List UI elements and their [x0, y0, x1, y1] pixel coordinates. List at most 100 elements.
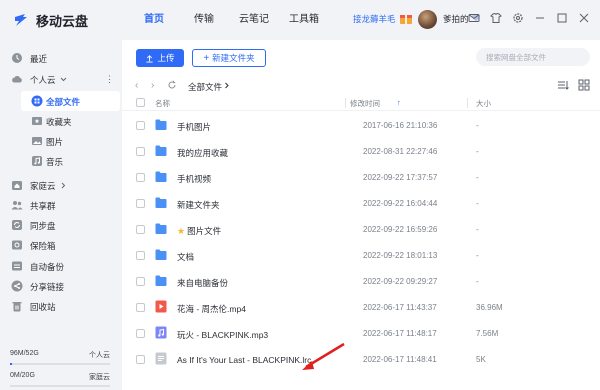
- file-size: -: [476, 225, 479, 234]
- sidebar-item-label: 个人云: [30, 75, 56, 85]
- gift-icon[interactable]: [399, 11, 413, 25]
- row-checkbox[interactable]: [136, 329, 145, 338]
- table-row[interactable]: 新建文件夹 2022-09-22 16:04:44 -: [122, 190, 600, 216]
- gear-icon[interactable]: [512, 12, 524, 24]
- minimize-icon[interactable]: [534, 12, 546, 24]
- nav-toolbox[interactable]: 工具箱: [282, 0, 326, 40]
- column-modified[interactable]: 修改时间: [350, 98, 380, 109]
- file-name-text: 花海 - 周杰伦.mp4: [177, 304, 246, 314]
- file-name[interactable]: 花海 - 周杰伦.mp4: [177, 303, 246, 315]
- file-panel: 上传 + 新建文件夹 ‹ › 全部文件 名称 修改时间 ↑ 大小: [122, 40, 600, 390]
- refresh-icon[interactable]: [167, 80, 177, 90]
- upload-button[interactable]: 上传: [136, 49, 184, 67]
- column-size[interactable]: 大小: [476, 98, 491, 109]
- file-name[interactable]: As If It's Your Last - BLACKPINK.lrc: [177, 355, 311, 365]
- sidebar-item-recent[interactable]: 最近: [0, 48, 120, 68]
- row-checkbox[interactable]: [136, 199, 145, 208]
- file-size: 36.96M: [476, 303, 503, 312]
- select-all-checkbox[interactable]: [136, 98, 145, 107]
- audio-file-icon: [155, 326, 167, 339]
- row-checkbox[interactable]: [136, 303, 145, 312]
- sync-icon: [12, 220, 22, 230]
- table-row[interactable]: 手机视频 2022-09-22 17:37:57 -: [122, 164, 600, 190]
- sidebar-item-pictures[interactable]: 图片: [0, 131, 120, 151]
- trash-icon: [12, 302, 22, 312]
- table-row[interactable]: ★ 图片文件 2022-09-22 16:59:26 -: [122, 216, 600, 242]
- search-input[interactable]: [476, 48, 590, 66]
- row-checkbox[interactable]: [136, 147, 145, 156]
- promo-link[interactable]: 接龙薅羊毛: [353, 13, 396, 25]
- sidebar-item-music[interactable]: 音乐: [0, 151, 120, 171]
- row-checkbox[interactable]: [136, 277, 145, 286]
- table-row[interactable]: As If It's Your Last - BLACKPINK.lrc 2022…: [122, 346, 600, 372]
- table-row[interactable]: 玩火 - BLACKPINK.mp3 2022-06-17 11:48:17 7.5…: [122, 320, 600, 346]
- maximize-icon[interactable]: [556, 12, 568, 24]
- file-name-text: 新建文件夹: [177, 200, 220, 210]
- column-name[interactable]: 名称: [155, 98, 170, 109]
- file-name[interactable]: 手机图片: [177, 121, 211, 133]
- folder-icon: [155, 222, 167, 235]
- file-name[interactable]: 我的应用收藏: [177, 147, 228, 159]
- file-name[interactable]: 新建文件夹: [177, 199, 220, 211]
- sidebar-item-recycle-bin[interactable]: 回收站: [0, 296, 120, 316]
- sidebar-item-favorites[interactable]: 收藏夹: [0, 111, 120, 131]
- row-checkbox[interactable]: [136, 251, 145, 260]
- folder-star-icon: [32, 117, 42, 125]
- sidebar-item-label: 最近: [30, 54, 48, 64]
- file-size: 5K: [476, 355, 486, 364]
- skin-icon[interactable]: [490, 12, 502, 24]
- sidebar-item-auto-backup[interactable]: 自动备份: [0, 256, 120, 276]
- file-name[interactable]: 来自电脑备份: [177, 277, 228, 289]
- sidebar-item-label: 同步盘: [30, 221, 56, 231]
- sidebar-item-label: 保险箱: [30, 241, 56, 251]
- annotation-arrow: [302, 342, 345, 370]
- sort-list-icon[interactable]: [557, 79, 569, 93]
- nav-home[interactable]: 首页: [132, 0, 176, 40]
- text-file-icon: [155, 352, 167, 365]
- avatar[interactable]: [418, 10, 437, 29]
- table-row[interactable]: 我的应用收藏 2022-08-31 22:27:46 -: [122, 138, 600, 164]
- nav-transfer[interactable]: 传输: [182, 0, 226, 40]
- close-icon[interactable]: [578, 12, 590, 24]
- sidebar-item-share-links[interactable]: 分享链接: [0, 276, 120, 296]
- view-controls: [557, 79, 590, 93]
- folder-icon: [155, 170, 167, 183]
- file-name-text: 手机图片: [177, 122, 212, 132]
- forward-icon[interactable]: ›: [151, 80, 154, 91]
- sidebar-item-personal-cloud[interactable]: 个人云 ⋮: [0, 69, 120, 89]
- row-checkbox[interactable]: [136, 225, 145, 234]
- sidebar-item-all-files[interactable]: 全部文件: [21, 91, 120, 111]
- row-checkbox[interactable]: [136, 355, 145, 364]
- file-name[interactable]: 玩火 - BLACKPINK.mp3: [177, 329, 268, 341]
- quota-fill: [10, 363, 12, 365]
- row-checkbox[interactable]: [136, 121, 145, 130]
- file-name[interactable]: 文档: [177, 251, 194, 263]
- sidebar-item-safe-box[interactable]: 保险箱: [0, 235, 120, 255]
- back-icon[interactable]: ‹: [135, 80, 138, 91]
- file-name[interactable]: ★ 图片文件: [177, 225, 221, 237]
- username[interactable]: 爹拍的: [443, 13, 469, 25]
- file-modified: 2022-06-17 11:43:37: [363, 303, 437, 312]
- breadcrumb-current[interactable]: 全部文件: [188, 81, 222, 93]
- new-folder-button[interactable]: + 新建文件夹: [192, 49, 266, 67]
- table-row[interactable]: 花海 - 周杰伦.mp4 2022-06-17 11:43:37 36.96M: [122, 294, 600, 320]
- table-row[interactable]: 来自电脑备份 2022-09-22 09:29:27 -: [122, 268, 600, 294]
- column-divider: [467, 98, 468, 108]
- sort-arrow-icon[interactable]: ↑: [397, 98, 401, 107]
- table-row[interactable]: 文档 2022-09-22 18:01:13 -: [122, 242, 600, 268]
- mail-icon[interactable]: [468, 12, 480, 24]
- grid-icon: [31, 95, 43, 107]
- sidebar-item-family-cloud[interactable]: 家庭云: [0, 175, 120, 195]
- file-name-text: 玩火 - BLACKPINK.mp3: [177, 330, 269, 340]
- table-row[interactable]: 手机图片 2017-06-16 21:10:36 -: [122, 112, 600, 138]
- row-checkbox[interactable]: [136, 173, 145, 182]
- sidebar-item-label: 自动备份: [30, 262, 65, 272]
- more-icon[interactable]: ⋮: [105, 74, 114, 85]
- nav-cloud-notes[interactable]: 云笔记: [232, 0, 276, 40]
- sidebar-item-shared-group[interactable]: 共享群: [0, 195, 120, 215]
- folder-icon: [155, 144, 167, 157]
- file-size: -: [476, 173, 479, 182]
- file-name[interactable]: 手机视频: [177, 173, 211, 185]
- grid-view-icon[interactable]: [578, 79, 590, 93]
- sidebar-item-sync-disk[interactable]: 同步盘: [0, 215, 120, 235]
